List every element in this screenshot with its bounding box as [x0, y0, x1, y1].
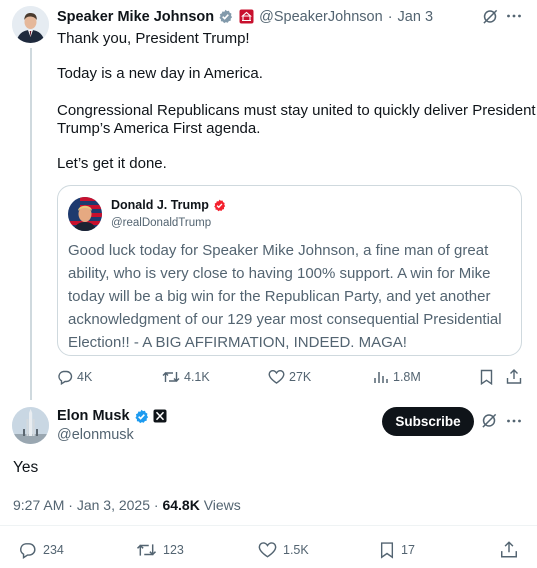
like-icon: [258, 541, 277, 559]
repost-button[interactable]: 4.1K: [162, 369, 210, 385]
tweet-text-line: Let’s get it done.: [57, 155, 167, 172]
quote-header: Donald J. Trump: [111, 198, 226, 212]
tweet-header: Speaker Mike Johnson @SpeakerJohnson · J…: [57, 7, 433, 26]
reply-icon: [18, 541, 37, 559]
reply-views-count: 64.8K: [162, 497, 200, 513]
repost-count: 123: [163, 543, 184, 557]
like-count: 27K: [289, 370, 312, 384]
quote-text-line: Good luck today for Speaker Mike Johnson…: [68, 242, 489, 259]
share-icon[interactable]: [506, 368, 522, 385]
quote-text-line: Election!! - A BIG AFFIRMATION, INDEED. …: [68, 334, 407, 351]
meta-separator: ·: [68, 497, 73, 513]
subscribe-button[interactable]: Subscribe: [382, 407, 474, 436]
views-button[interactable]: 1.8M: [373, 369, 421, 385]
reply-time[interactable]: 9:27 AM: [13, 497, 64, 513]
repost-button[interactable]: 123: [136, 541, 184, 559]
quote-text-line: ability, who is very close to having 100…: [68, 265, 491, 282]
verified-badge-icon: [218, 9, 233, 24]
repost-icon: [136, 541, 157, 559]
views-icon: [373, 369, 389, 385]
like-button[interactable]: 1.5K: [258, 541, 309, 559]
tweet-date[interactable]: Jan 3: [398, 9, 433, 25]
reply-count: 234: [43, 543, 64, 557]
bookmark-icon[interactable]: [479, 369, 494, 385]
divider: [0, 525, 537, 526]
more-icon[interactable]: [506, 413, 522, 429]
share-icon[interactable]: [500, 540, 518, 559]
x-affiliate-badge-icon: [153, 409, 167, 423]
quote-author-handle[interactable]: @realDonaldTrump: [111, 217, 211, 229]
tweet-text-line: Today is a new day in America.: [57, 65, 263, 82]
bookmark-icon: [379, 541, 395, 559]
avatar-speaker-johnson[interactable]: [12, 6, 49, 43]
verified-badge-icon: [213, 199, 226, 212]
quote-author-name[interactable]: Donald J. Trump: [111, 198, 209, 212]
bookmark-button[interactable]: 17: [379, 541, 415, 559]
grok-icon[interactable]: [482, 8, 499, 25]
reply-header: Elon Musk: [57, 408, 167, 424]
reply-meta: 9:27 AM · Jan 3, 2025 · 64.8K Views: [13, 497, 241, 513]
reply-date[interactable]: Jan 3, 2025: [77, 497, 150, 513]
avatar-donald-trump[interactable]: [68, 197, 102, 231]
verified-badge-icon: [134, 409, 149, 424]
more-icon[interactable]: [506, 8, 522, 24]
like-icon: [268, 369, 285, 385]
thread-line: [30, 48, 32, 400]
date-separator: ·: [387, 8, 393, 25]
quote-text-line: today will be a big win for the Republic…: [68, 288, 491, 305]
author-handle[interactable]: @SpeakerJohnson: [259, 9, 383, 25]
bookmark-count: 17: [401, 543, 415, 557]
quote-text-line: acknowledgment of our 129 year most cons…: [68, 311, 502, 328]
repost-count: 4.1K: [184, 370, 210, 384]
reply-author-handle[interactable]: @elonmusk: [57, 427, 134, 443]
reply-text: Yes: [13, 459, 39, 476]
avatar-elon-musk[interactable]: [12, 407, 49, 444]
tweet-text-line: Congressional Republicans must stay unit…: [57, 102, 536, 119]
reply-button[interactable]: 4K: [57, 369, 92, 385]
reply-icon: [57, 369, 73, 385]
reply-count: 4K: [77, 370, 93, 384]
tweet-text-line: Trump’s America First agenda.: [57, 120, 261, 137]
grok-icon[interactable]: [481, 412, 498, 429]
meta-separator: ·: [153, 497, 159, 513]
reply-author-name[interactable]: Elon Musk: [57, 408, 130, 424]
reply-button[interactable]: 234: [18, 541, 64, 559]
views-count: 1.8M: [393, 370, 421, 384]
like-button[interactable]: 27K: [268, 369, 311, 385]
like-count: 1.5K: [283, 543, 309, 557]
author-name[interactable]: Speaker Mike Johnson: [57, 9, 214, 25]
repost-icon: [162, 369, 180, 385]
house-flag-icon: [239, 9, 254, 24]
tweet-text-line: Thank you, President Trump!: [57, 30, 250, 47]
reply-views-label: Views: [203, 497, 241, 513]
